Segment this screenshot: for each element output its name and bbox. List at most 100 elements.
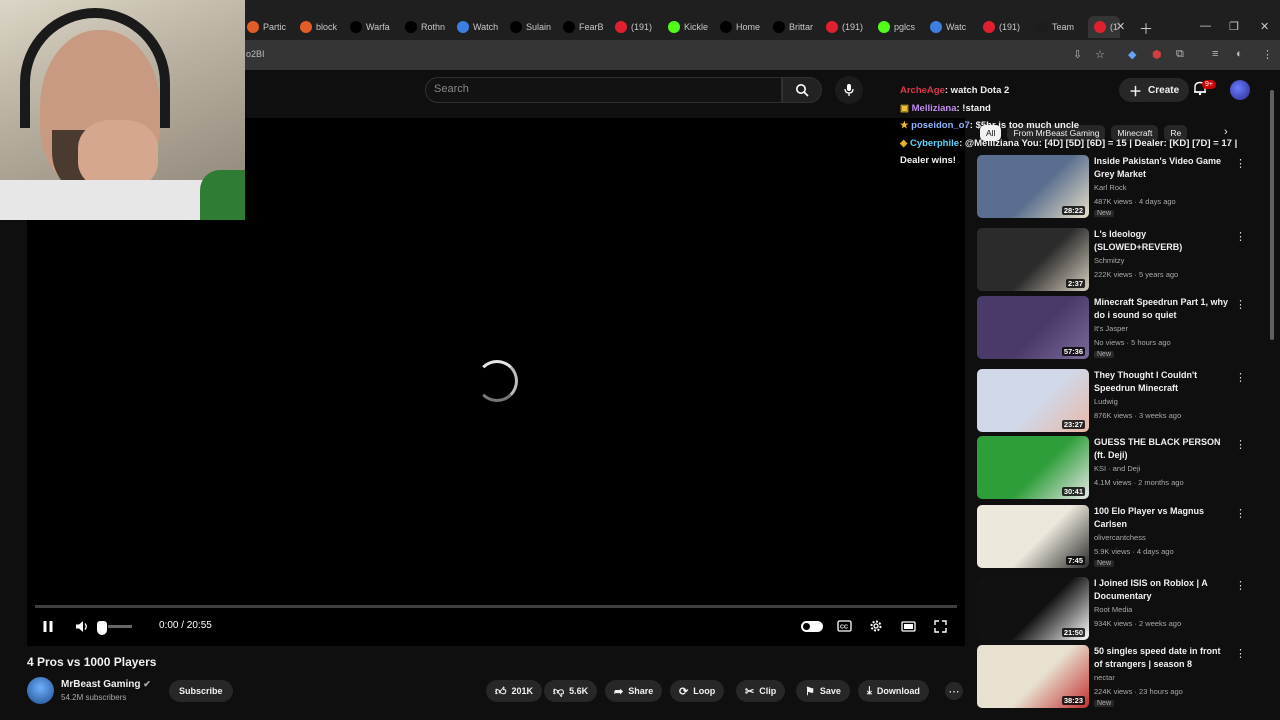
scrollbar[interactable] [1270,90,1274,340]
browser-tab[interactable]: (191) [826,16,874,38]
video-thumbnail[interactable]: 38:23 [977,645,1089,708]
video-thumbnail[interactable]: 30:41 [977,436,1089,499]
channel-avatar[interactable] [27,677,54,704]
channel-name[interactable]: MrBeast Gaming ✔ [61,679,151,690]
recommended-title[interactable]: GUESS THE BLACK PERSON (ft. Deji) [1094,436,1230,462]
share-icon: ➦ [614,685,624,698]
voice-search-button[interactable] [835,76,863,104]
recommended-channel[interactable]: Karl Rock [1094,183,1127,192]
recommended-video[interactable]: 21:50 I Joined ISIS on Roblox | A Documen… [977,577,1267,641]
pause-button[interactable] [38,617,58,635]
recommended-channel[interactable]: olivercantchess [1094,533,1146,542]
share-button[interactable]: ➦ Share [605,680,663,702]
recommended-channel[interactable]: Schmitzy [1094,256,1124,265]
browser-tab[interactable]: Home [720,16,768,38]
video-thumbnail[interactable]: 7:45 [977,505,1089,568]
theater-mode-button[interactable] [898,617,918,635]
video-thumbnail[interactable]: 2:37 [977,228,1089,291]
kebab-menu-icon[interactable]: ⋮ [1235,371,1246,384]
kebab-menu-icon[interactable]: ⋮ [1235,230,1246,243]
browser-menu-icon[interactable]: ⋮ [1262,48,1273,61]
recommended-title[interactable]: 100 Elo Player vs Magnus Carlsen [1094,505,1230,531]
browser-tab[interactable]: Rothn [405,16,453,38]
bookmark-star-icon[interactable]: ☆ [1095,48,1105,61]
channel-name-text[interactable]: MrBeast Gaming [61,679,140,690]
recommended-video[interactable]: 57:36 Minecraft Speedrun Part 1, why do i… [977,296,1267,360]
browser-tab[interactable]: Warfa [350,16,398,38]
minimize-icon[interactable]: — [1200,20,1211,32]
recommended-video[interactable]: 38:23 50 singles speed date in front of s… [977,645,1267,709]
window-close-icon[interactable]: ✕ [1260,20,1269,33]
download-button[interactable]: ⤓ Download [858,680,929,702]
browser-tab[interactable]: block [300,16,348,38]
chat-message: ▣ Melliziana: !stand [900,100,1240,118]
browser-tab[interactable]: Brittar [773,16,821,38]
browser-tab[interactable]: FearB [563,16,611,38]
dislike-count: 5.6K [569,686,589,696]
maximize-icon[interactable]: ❐ [1229,20,1239,33]
recommended-video[interactable]: 23:27 They Thought I Couldn't Speedrun Mi… [977,369,1267,433]
kebab-menu-icon[interactable]: ⋮ [1235,579,1246,592]
recommended-channel[interactable]: It's Jasper [1094,324,1128,333]
tab-favicon-icon [826,21,838,33]
adblock-icon[interactable]: ⬢ [1152,48,1162,61]
browser-tab[interactable]: pglcs [878,16,926,38]
extensions-puzzle-icon[interactable]: ⧉ [1176,48,1184,61]
recommended-meta: 222K views · 5 years ago [1094,270,1179,279]
browser-tab[interactable]: (191) [983,16,1031,38]
fullscreen-button[interactable] [930,617,950,635]
seek-bar[interactable] [35,605,957,608]
media-controls-icon[interactable]: ≡ [1212,48,1218,60]
dislike-button[interactable]: 👎︎ 5.6K [544,680,598,702]
browser-tab[interactable]: Partic [247,16,295,38]
recommended-channel[interactable]: Ludwig [1094,397,1118,406]
video-thumbnail[interactable]: 57:36 [977,296,1089,359]
like-button[interactable]: 👍︎ 201K [486,680,543,702]
kebab-menu-icon[interactable]: ⋮ [1235,438,1246,451]
search-button[interactable] [782,77,822,103]
recommended-title[interactable]: They Thought I Couldn't Speedrun Minecra… [1094,369,1230,395]
captions-button[interactable]: CC [834,617,854,635]
kebab-menu-icon[interactable]: ⋮ [1235,507,1246,520]
new-tab-icon[interactable]: ＋ [1139,19,1153,39]
install-app-icon[interactable]: ⇩ [1073,48,1082,61]
close-tab-icon[interactable]: ✕ [1116,20,1125,33]
recommended-video[interactable]: 30:41 GUESS THE BLACK PERSON (ft. Deji) KS… [977,436,1267,500]
browser-tab[interactable]: Watch [457,16,505,38]
fullscreen-icon [933,619,947,633]
tab-favicon-icon [773,21,785,33]
mute-button[interactable] [72,617,92,635]
video-thumbnail[interactable]: 23:27 [977,369,1089,432]
kebab-menu-icon[interactable]: ⋮ [1235,647,1246,660]
recommended-title[interactable]: Minecraft Speedrun Part 1, why do i soun… [1094,296,1230,322]
browser-tab[interactable]: Kickle [668,16,716,38]
more-actions-button[interactable]: ⋯ [945,682,963,700]
save-button[interactable]: ⚑ Save [796,680,850,702]
profile-icon[interactable]: ◐ [1236,48,1243,60]
address-text[interactable]: o2BI [246,49,265,59]
autoplay-toggle[interactable] [801,621,823,632]
search-placeholder[interactable]: Search [434,83,469,95]
subscribe-button[interactable]: Subscribe [169,680,233,702]
extension-icon[interactable]: ◆ [1128,48,1136,61]
recommended-title[interactable]: I Joined ISIS on Roblox | A Documentary [1094,577,1230,603]
browser-tab[interactable]: (191) [615,16,663,38]
recommended-channel[interactable]: KSI · and Deji [1094,464,1140,473]
browser-tab[interactable]: Sulain [510,16,558,38]
search-input[interactable] [425,77,782,103]
subscriber-count: 54.2M subscribers [61,693,127,702]
recommended-video[interactable]: 7:45 100 Elo Player vs Magnus Carlsen oliv… [977,505,1267,569]
recommended-channel[interactable]: Root Media [1094,605,1132,614]
loop-button[interactable]: ⟳ Loop [670,680,725,702]
recommended-title[interactable]: 50 singles speed date in front of strang… [1094,645,1230,671]
recommended-channel[interactable]: nectar [1094,673,1115,682]
recommended-title[interactable]: L's Ideology (SLOWED+REVERB) [1094,228,1230,254]
settings-button[interactable] [866,617,886,635]
kebab-menu-icon[interactable]: ⋮ [1235,298,1246,311]
browser-tab[interactable]: Watc [930,16,978,38]
video-thumbnail[interactable]: 21:50 [977,577,1089,640]
recommended-video[interactable]: 2:37 L's Ideology (SLOWED+REVERB) Schmitzy… [977,228,1267,292]
clip-button[interactable]: ✂ Clip [736,680,786,702]
tab-label: Watch [473,22,499,32]
browser-tab[interactable]: Team [1036,16,1084,38]
